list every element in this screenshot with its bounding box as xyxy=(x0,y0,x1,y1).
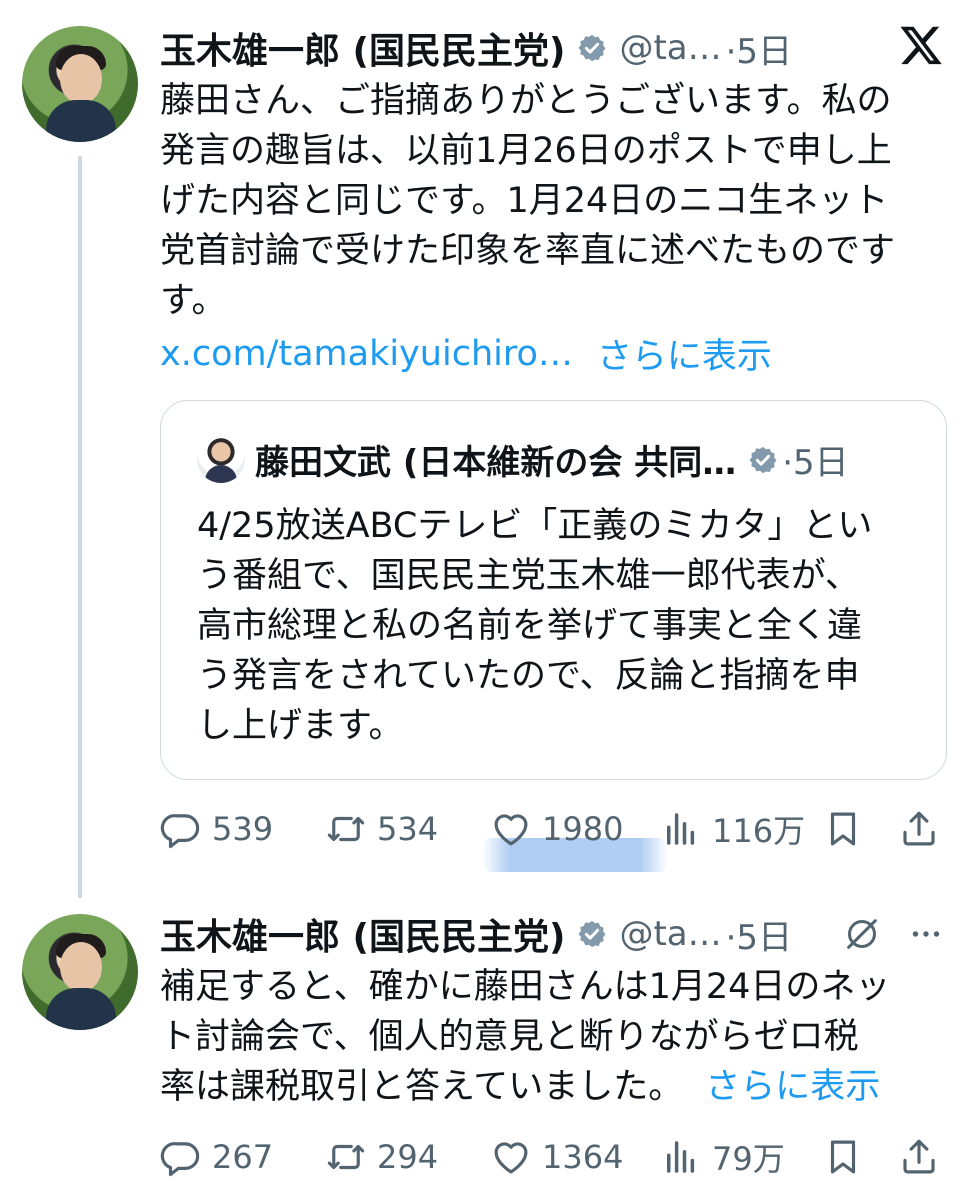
tweet-actions: 267 294 1364 79万 xyxy=(160,1132,950,1182)
repost-count: 294 xyxy=(377,1138,439,1176)
bookmark-button[interactable] xyxy=(822,804,864,854)
like-button[interactable]: 1364 xyxy=(490,1132,623,1182)
quoted-tweet-header: 藤田文武 (日本維新の会 共同… ·5日 xyxy=(255,435,849,484)
like-icon xyxy=(494,1142,528,1174)
quoted-author-name: 藤田文武 (日本維新の会 共同… xyxy=(255,443,737,483)
share-icon xyxy=(903,1139,935,1174)
author-avatar[interactable] xyxy=(22,914,138,1030)
reply-icon xyxy=(160,814,200,849)
author-handle[interactable]: @ta… xyxy=(619,28,721,68)
author-avatar[interactable] xyxy=(22,26,138,142)
repost-icon xyxy=(327,816,365,842)
views-count: 116万 xyxy=(712,812,806,850)
like-icon xyxy=(494,814,528,846)
reply-count: 267 xyxy=(212,1138,274,1176)
views-button[interactable]: 79万 xyxy=(660,1132,785,1182)
show-more-link[interactable]: さらに表示 xyxy=(597,328,772,379)
quoted-tweet[interactable]: 藤田文武 (日本維新の会 共同… ·5日 4/25放送ABCテレビ「正義のミカタ… xyxy=(160,400,947,780)
repost-count: 534 xyxy=(377,810,439,848)
like-count: 1980 xyxy=(542,810,624,848)
author-handle[interactable]: @ta… xyxy=(619,914,721,954)
reply-button[interactable]: 267 xyxy=(160,1132,273,1182)
more-icon[interactable] xyxy=(906,916,946,952)
tweet-text: 藤田さん、ご指摘ありがとうございます。私の 発言の趣旨は、以前1月26日のポスト… xyxy=(160,81,896,321)
quoted-author-avatar xyxy=(197,435,245,483)
like-button[interactable]: 1980 xyxy=(490,804,623,854)
tweet-link[interactable]: x.com/tamakiyuichiro… xyxy=(160,334,573,374)
like-count: 1364 xyxy=(542,1138,624,1176)
x-logo-icon[interactable] xyxy=(898,22,944,68)
bookmark-button[interactable] xyxy=(822,1132,864,1182)
grok-icon[interactable] xyxy=(842,914,882,954)
repost-icon xyxy=(327,1144,365,1170)
quoted-tweet-text: 4/25放送ABCテレビ「正義のミカタ」とい う番組で、国民民主党玉木雄一郎代表… xyxy=(197,506,873,746)
share-icon xyxy=(903,811,935,846)
reply-icon xyxy=(160,1142,200,1177)
repost-button[interactable]: 534 xyxy=(325,804,438,854)
repost-button[interactable]: 294 xyxy=(325,1132,438,1182)
tweet-time[interactable]: ·5日 xyxy=(726,24,792,73)
verified-badge-icon xyxy=(578,34,606,62)
reply-count: 539 xyxy=(212,810,274,848)
show-more-link[interactable]: さらに表示 xyxy=(705,1067,880,1107)
views-count: 79万 xyxy=(712,1140,785,1178)
views-button[interactable]: 116万 xyxy=(660,804,805,854)
verified-badge-icon xyxy=(578,920,606,948)
tweet-link-row: x.com/tamakiyuichiro… さらに表示 xyxy=(160,328,772,379)
views-icon xyxy=(667,1141,695,1173)
tweet-header: 玉木雄一郎 (国民民主党) @ta… ·5日 xyxy=(160,22,792,74)
bookmark-icon xyxy=(830,1140,856,1174)
author-name[interactable]: 玉木雄一郎 (国民民主党) xyxy=(160,908,565,960)
tweet-header: 玉木雄一郎 (国民民主党) @ta… ·5日 xyxy=(160,908,792,960)
reply-button[interactable]: 539 xyxy=(160,804,273,854)
tweet-text: 補足すると、確かに藤田さんは1月24日のネッ ト討論会で、個人的意見と断りながら… xyxy=(160,962,950,1112)
verified-badge-icon xyxy=(749,446,777,473)
share-button[interactable] xyxy=(898,804,940,854)
views-icon xyxy=(667,813,695,845)
share-button[interactable] xyxy=(898,1132,940,1182)
author-name[interactable]: 玉木雄一郎 (国民民主党) xyxy=(160,22,565,74)
tweet-time[interactable]: ·5日 xyxy=(726,910,792,959)
tweet-actions: 539 534 1980 116万 xyxy=(160,804,950,854)
quoted-tweet-time: ·5日 xyxy=(782,443,849,483)
thread-line xyxy=(78,156,82,898)
bookmark-icon xyxy=(830,812,856,846)
